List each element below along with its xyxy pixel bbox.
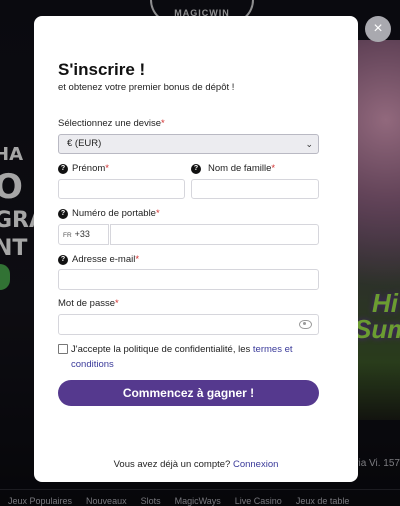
first-name-input[interactable] [58, 179, 185, 199]
currency-value: € (EUR) [67, 138, 102, 149]
last-name-input[interactable] [191, 179, 319, 199]
first-name-label-text: Prénom [72, 163, 106, 174]
login-prompt: Vous avez déjà un compte? Connexion [34, 459, 358, 470]
phone-label-text: Numéro de portable [72, 208, 156, 219]
help-icon[interactable]: ? [191, 163, 201, 174]
modal-subtitle: et obtenez votre premier bonus de dépôt … [58, 82, 235, 93]
country-code: FR [63, 232, 72, 239]
email-input[interactable] [58, 269, 319, 290]
eye-icon[interactable] [299, 320, 312, 329]
terms-checkbox[interactable] [58, 344, 68, 354]
help-icon[interactable]: ? [58, 208, 68, 219]
currency-label-text: Sélectionnez une devise [58, 118, 161, 129]
last-name-label-text: Nom de famille [208, 163, 272, 174]
required-mark: * [105, 163, 109, 174]
start-winning-button[interactable]: Commencez à gagner ! [58, 380, 319, 406]
signup-modal: S'inscrire ! et obtenez votre premier bo… [34, 16, 358, 482]
email-label-text: Adresse e-mail [72, 254, 136, 265]
terms-label: J'accepte la politique de confidentialit… [71, 344, 253, 355]
chevron-down-icon: ⌄ [305, 139, 313, 149]
required-mark: * [115, 298, 119, 309]
currency-label: Sélectionnez une devise * [58, 118, 165, 129]
modal-title: S'inscrire ! [58, 60, 146, 79]
email-label: ? Adresse e-mail * [58, 254, 139, 265]
last-name-label: ? Nom de famille * [191, 163, 275, 174]
required-mark: * [135, 254, 140, 265]
phone-country-select[interactable]: FR +33 [58, 224, 109, 245]
phone-input[interactable] [110, 224, 319, 245]
required-mark: * [271, 163, 276, 174]
password-label: Mot de passe * [58, 298, 119, 309]
phone-prefix: +33 [74, 229, 90, 239]
login-link[interactable]: Connexion [233, 459, 278, 470]
phone-label: ? Numéro de portable * [58, 208, 160, 219]
required-mark: * [161, 118, 165, 129]
help-icon[interactable]: ? [58, 254, 68, 265]
password-input[interactable] [58, 314, 319, 335]
help-icon[interactable]: ? [58, 163, 68, 174]
required-mark: * [155, 208, 160, 219]
login-text: Vous avez déjà un compte? [113, 459, 233, 470]
password-label-text: Mot de passe [58, 298, 116, 309]
close-icon[interactable]: × [365, 16, 391, 42]
currency-select[interactable]: € (EUR) ⌄ [58, 134, 319, 154]
terms-text: J'accepte la politique de confidentialit… [71, 342, 321, 372]
first-name-label: ? Prénom * [58, 163, 109, 174]
